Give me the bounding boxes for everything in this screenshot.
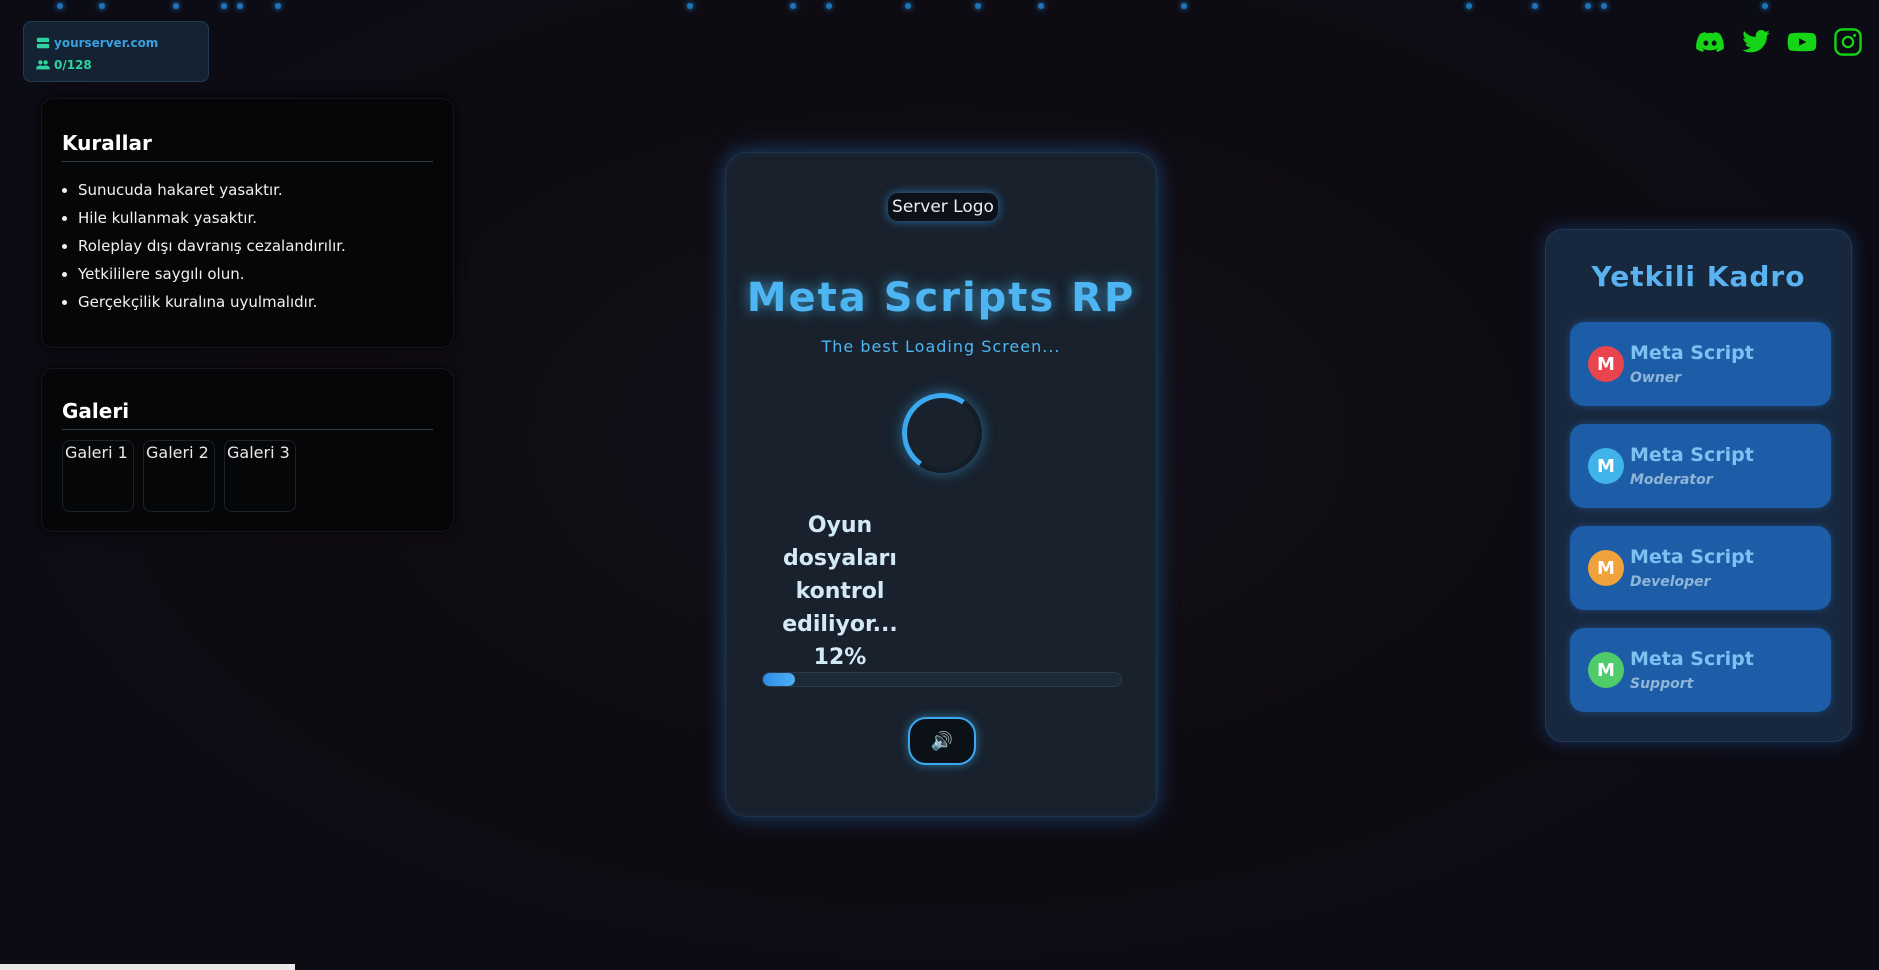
server-info: yourserver.com 0/128	[23, 21, 209, 82]
server-address-row: yourserver.com	[36, 32, 196, 54]
staff-card-owner[interactable]: M Meta Script Owner	[1570, 322, 1831, 406]
staff-list: M Meta Script Owner M Meta Script Modera…	[1570, 322, 1831, 730]
server-subtitle: The best Loading Screen...	[821, 337, 1061, 356]
staff-title: Yetkili Kadro	[1591, 260, 1806, 293]
server-icon	[36, 37, 50, 49]
gallery-panel: Galeri Galeri 1 Galeri 2 Galeri 3	[41, 368, 454, 532]
rule-item: Sunucuda hakaret yasaktır.	[78, 176, 433, 204]
rules-panel: Kurallar Sunucuda hakaret yasaktır. Hile…	[41, 98, 454, 348]
player-count-row: 0/128	[36, 54, 196, 76]
avatar: M	[1588, 346, 1624, 382]
twitter-icon[interactable]	[1738, 25, 1774, 59]
rule-item: Gerçekçilik kuralına uyulmalıdır.	[78, 288, 433, 316]
loading-spinner	[895, 386, 989, 480]
avatar: M	[1588, 652, 1624, 688]
server-title: Meta Scripts RP	[746, 275, 1136, 321]
discord-icon[interactable]	[1692, 25, 1728, 59]
users-icon	[36, 60, 50, 70]
staff-role: Owner	[1630, 370, 1682, 386]
gallery-thumbs: Galeri 1 Galeri 2 Galeri 3	[62, 440, 433, 512]
bottom-strip	[0, 964, 295, 970]
instagram-icon[interactable]	[1830, 25, 1866, 59]
gallery-image-2[interactable]: Galeri 2	[143, 440, 215, 512]
staff-card-moderator[interactable]: M Meta Script Moderator	[1570, 424, 1831, 508]
staff-panel: Yetkili Kadro M Meta Script Owner M Meta…	[1545, 229, 1852, 742]
rules-title: Kurallar	[62, 131, 433, 162]
staff-role: Developer	[1630, 574, 1711, 590]
staff-name: Meta Script	[1630, 546, 1754, 568]
staff-name: Meta Script	[1630, 342, 1754, 364]
avatar: M	[1588, 448, 1624, 484]
avatar: M	[1588, 550, 1624, 586]
gallery-image-3[interactable]: Galeri 3	[224, 440, 296, 512]
loading-card: Server Logo Meta Scripts RP The best Loa…	[725, 152, 1157, 817]
server-address: yourserver.com	[54, 36, 159, 50]
sound-toggle-button[interactable]: 🔊	[908, 717, 976, 765]
gallery-image-1[interactable]: Galeri 1	[62, 440, 134, 512]
loading-status: Oyun dosyaları kontrol ediliyor... 12%	[782, 513, 898, 670]
progress-fill	[763, 673, 796, 686]
server-logo: Server Logo	[888, 193, 998, 221]
player-count: 0/128	[54, 58, 92, 72]
staff-card-developer[interactable]: M Meta Script Developer	[1570, 526, 1831, 610]
youtube-icon[interactable]	[1784, 25, 1820, 59]
rules-list: Sunucuda hakaret yasaktır. Hile kullanma…	[62, 176, 433, 316]
progress-bar	[762, 672, 1122, 687]
staff-role: Support	[1630, 676, 1694, 692]
speaker-icon: 🔊	[930, 730, 954, 752]
rule-item: Roleplay dışı davranış cezalandırılır.	[78, 232, 433, 260]
staff-name: Meta Script	[1630, 444, 1754, 466]
rule-item: Yetkililere saygılı olun.	[78, 260, 433, 288]
staff-name: Meta Script	[1630, 648, 1754, 670]
social-links	[1692, 25, 1866, 59]
staff-role: Moderator	[1630, 472, 1713, 488]
gallery-title: Galeri	[62, 399, 433, 430]
rule-item: Hile kullanmak yasaktır.	[78, 204, 433, 232]
staff-card-support[interactable]: M Meta Script Support	[1570, 628, 1831, 712]
